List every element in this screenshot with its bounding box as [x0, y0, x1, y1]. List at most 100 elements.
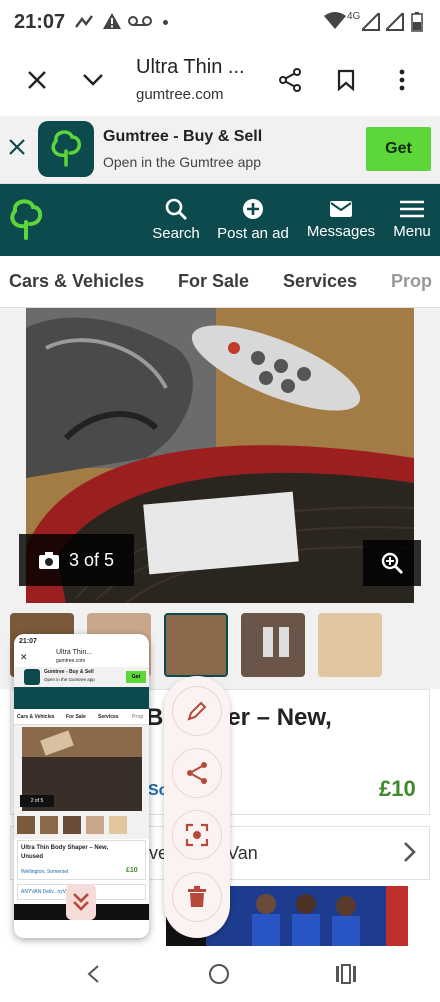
envelope-icon: [330, 201, 352, 217]
preview-cat-4: Prop: [132, 714, 144, 720]
nav-search[interactable]: Search: [150, 184, 202, 256]
preview-thumbs: [14, 811, 149, 839]
double-chevron-down-icon: [73, 893, 89, 911]
preview-price: £10: [126, 867, 138, 874]
wifi-icon: [324, 12, 346, 29]
gumtree-app-logo: [38, 121, 94, 177]
nav-menu[interactable]: Menu: [390, 184, 434, 256]
missed-call-icon: [75, 15, 93, 28]
chevron-right-icon: [404, 842, 416, 862]
preview-get: Get: [126, 671, 146, 683]
recent-apps-icon[interactable]: [335, 964, 357, 984]
nav-messages[interactable]: Messages: [304, 184, 378, 256]
site-header: Search Post an ad Messages Menu: [0, 184, 440, 256]
close-icon: [9, 139, 25, 155]
edit-screenshot-button[interactable]: [172, 686, 222, 736]
preview-url: gumtree.com: [56, 658, 86, 664]
preview-app-banner: Gumtree - Buy & Sell Open in the Gumtree…: [14, 667, 149, 687]
search-icon: [165, 198, 187, 220]
zoom-in-icon: [381, 552, 403, 574]
category-cars-vehicles[interactable]: Cars & Vehicles: [9, 271, 144, 292]
thumbnail-3[interactable]: [164, 613, 228, 677]
preview-counter: 2 of 5: [20, 795, 54, 807]
scan-icon: [185, 823, 209, 847]
preview-cat-1: Cars & Vehicles: [17, 714, 55, 720]
share-icon: [187, 762, 207, 784]
screenshot-actions-menu: [164, 676, 230, 938]
app-install-banner: Gumtree - Buy & Sell Open in the Gumtree…: [0, 116, 440, 184]
gumtree-logo[interactable]: [8, 198, 44, 247]
hamburger-menu-icon: [400, 200, 424, 218]
get-app-button[interactable]: Get: [366, 127, 431, 171]
preview-app-name: Gumtree - Buy & Sell: [44, 669, 94, 675]
category-services[interactable]: Services: [283, 271, 357, 292]
share-screenshot-button[interactable]: [172, 748, 222, 798]
close-tab-button[interactable]: [19, 62, 55, 98]
minimize-tab-button[interactable]: [75, 62, 111, 98]
preview-app-sub: Open in the Gumtree app: [44, 677, 95, 682]
app-subtitle: Open in the Gumtree app: [103, 154, 261, 170]
lens-screenshot-button[interactable]: [172, 810, 222, 860]
preview-anyvan-text: ANYVAN Deliv...nyVan: [21, 889, 72, 895]
warning-icon: [103, 13, 121, 29]
preview-listing-title-1: Ultra Thin Body Shaper – New,: [21, 845, 109, 851]
delete-screenshot-button[interactable]: [172, 872, 222, 922]
share-icon: [279, 68, 301, 92]
preview-nav: [14, 687, 149, 709]
signal-icon-2: [386, 13, 404, 31]
listing-price: £10: [379, 776, 416, 801]
expand-screenshot-button[interactable]: [66, 884, 96, 920]
nav-search-label: Search: [152, 225, 200, 242]
banner-close-button[interactable]: [8, 138, 26, 161]
zoom-button[interactable]: [363, 540, 421, 586]
pencil-icon: [187, 701, 207, 721]
browser-toolbar: Ultra Thin ... gumtree.com: [0, 44, 440, 116]
back-icon[interactable]: [86, 964, 100, 984]
gumtree-tree-icon: [10, 199, 43, 240]
signal-icon: [362, 13, 380, 31]
photo-counter-text: 3 of 5: [68, 549, 115, 570]
preview-cat-2: For Sale: [66, 714, 86, 720]
status-time: 21:07: [14, 11, 66, 33]
battery-icon: [411, 12, 423, 32]
preview-photo-area: 2 of 5: [14, 725, 149, 811]
share-button[interactable]: [272, 62, 308, 98]
preview-listing-card: Ultra Thin Body Shaper – New, Unused Wel…: [17, 840, 146, 880]
photo-counter: 3 of 5: [19, 534, 134, 586]
plus-circle-icon: [243, 199, 263, 219]
thumbnail-5[interactable]: [318, 613, 382, 677]
page-url: gumtree.com: [136, 86, 224, 103]
category-bar: Cars & Vehicles For Sale Services Prop: [0, 256, 440, 308]
preview-location: Wellington, Somerset: [21, 869, 69, 875]
notification-dot: [163, 20, 168, 25]
category-for-sale[interactable]: For Sale: [178, 271, 249, 292]
more-options-button[interactable]: [384, 62, 420, 98]
thumbnail-4[interactable]: [241, 613, 305, 677]
chevron-down-icon: [83, 74, 103, 86]
preview-categories: Cars & Vehicles For Sale Services Prop: [14, 709, 149, 725]
bookmark-button[interactable]: [328, 62, 364, 98]
preview-time: 21:07: [19, 638, 37, 645]
category-property[interactable]: Prop: [391, 271, 432, 292]
status-bar: 21:07 4G: [0, 0, 440, 44]
gumtree-tree-icon: [51, 130, 81, 167]
preview-cat-3: Services: [98, 714, 119, 720]
preview-listing-title-2: Unused: [21, 854, 44, 860]
nav-post-ad-label: Post an ad: [217, 225, 289, 242]
nav-messages-label: Messages: [306, 223, 376, 240]
preview-sysnav: [14, 922, 149, 938]
preview-close-icon: ✕: [20, 652, 28, 662]
more-vertical-icon: [399, 69, 405, 91]
voicemail-icon: [128, 16, 152, 26]
page-title: Ultra Thin ...: [136, 56, 245, 78]
network-type: 4G: [347, 11, 361, 22]
nav-post-ad[interactable]: Post an ad: [216, 184, 290, 256]
trash-icon: [188, 886, 206, 907]
close-icon: [28, 71, 46, 89]
nav-menu-label: Menu: [393, 223, 431, 240]
system-navigation-bar: [0, 946, 440, 1002]
app-name: Gumtree - Buy & Sell: [103, 128, 263, 145]
camera-icon: [38, 551, 59, 569]
home-icon[interactable]: [208, 963, 230, 985]
bookmark-icon: [337, 69, 355, 91]
